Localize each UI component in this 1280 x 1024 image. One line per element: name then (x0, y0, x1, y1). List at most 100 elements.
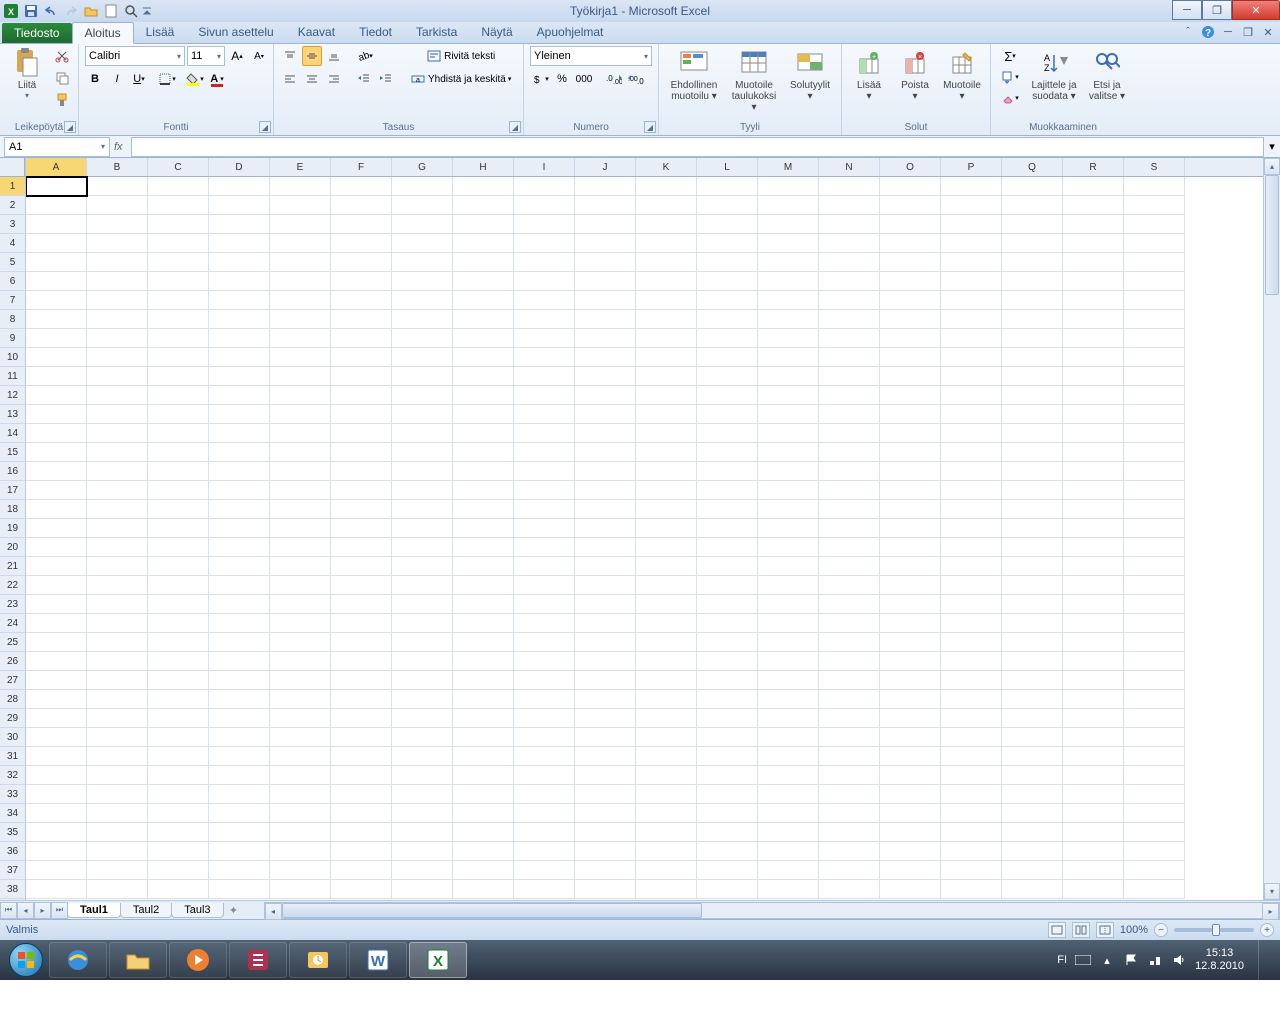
cell-J25[interactable] (575, 633, 636, 652)
cell-Q1[interactable] (1002, 177, 1063, 196)
cell-F24[interactable] (331, 614, 392, 633)
cell-P27[interactable] (941, 671, 1002, 690)
cell-M2[interactable] (758, 196, 819, 215)
cell-A22[interactable] (26, 576, 87, 595)
cell-Q13[interactable] (1002, 405, 1063, 424)
cell-A18[interactable] (26, 500, 87, 519)
cell-Q36[interactable] (1002, 842, 1063, 861)
cell-C16[interactable] (148, 462, 209, 481)
cell-Q16[interactable] (1002, 462, 1063, 481)
cell-D6[interactable] (209, 272, 270, 291)
cell-L28[interactable] (697, 690, 758, 709)
cell-K26[interactable] (636, 652, 697, 671)
cell-L33[interactable] (697, 785, 758, 804)
cell-S19[interactable] (1124, 519, 1185, 538)
cell-M28[interactable] (758, 690, 819, 709)
cell-L17[interactable] (697, 481, 758, 500)
cell-R31[interactable] (1063, 747, 1124, 766)
cell-Q32[interactable] (1002, 766, 1063, 785)
cell-J28[interactable] (575, 690, 636, 709)
cell-G38[interactable] (392, 880, 453, 899)
cell-B2[interactable] (87, 196, 148, 215)
cell-K31[interactable] (636, 747, 697, 766)
cell-Q30[interactable] (1002, 728, 1063, 747)
cell-E3[interactable] (270, 215, 331, 234)
cell-S11[interactable] (1124, 367, 1185, 386)
cell-R27[interactable] (1063, 671, 1124, 690)
name-box[interactable]: A1▾ (4, 137, 110, 157)
cell-R17[interactable] (1063, 481, 1124, 500)
cell-Q24[interactable] (1002, 614, 1063, 633)
cell-B27[interactable] (87, 671, 148, 690)
cell-J12[interactable] (575, 386, 636, 405)
cell-C35[interactable] (148, 823, 209, 842)
cell-M3[interactable] (758, 215, 819, 234)
cell-G26[interactable] (392, 652, 453, 671)
cell-E10[interactable] (270, 348, 331, 367)
cell-H1[interactable] (453, 177, 514, 196)
cell-H33[interactable] (453, 785, 514, 804)
cell-S20[interactable] (1124, 538, 1185, 557)
cell-G3[interactable] (392, 215, 453, 234)
cell-D20[interactable] (209, 538, 270, 557)
cell-F17[interactable] (331, 481, 392, 500)
cell-P28[interactable] (941, 690, 1002, 709)
cell-R23[interactable] (1063, 595, 1124, 614)
cell-K8[interactable] (636, 310, 697, 329)
cell-A5[interactable] (26, 253, 87, 272)
cell-S26[interactable] (1124, 652, 1185, 671)
cell-O18[interactable] (880, 500, 941, 519)
align-left-button[interactable] (280, 69, 300, 89)
cell-O2[interactable] (880, 196, 941, 215)
cell-F21[interactable] (331, 557, 392, 576)
col-header-B[interactable]: B (87, 158, 148, 176)
cell-P1[interactable] (941, 177, 1002, 196)
cell-A11[interactable] (26, 367, 87, 386)
row-header-23[interactable]: 23 (0, 595, 25, 614)
cell-N20[interactable] (819, 538, 880, 557)
cell-N28[interactable] (819, 690, 880, 709)
cell-A31[interactable] (26, 747, 87, 766)
cell-D28[interactable] (209, 690, 270, 709)
cell-K35[interactable] (636, 823, 697, 842)
ribbon-tab-sivun asettelu[interactable]: Sivun asettelu (186, 22, 285, 43)
cell-R9[interactable] (1063, 329, 1124, 348)
cell-G34[interactable] (392, 804, 453, 823)
cell-R32[interactable] (1063, 766, 1124, 785)
cell-B6[interactable] (87, 272, 148, 291)
cell-B36[interactable] (87, 842, 148, 861)
cell-D13[interactable] (209, 405, 270, 424)
row-header-19[interactable]: 19 (0, 519, 25, 538)
row-header-27[interactable]: 27 (0, 671, 25, 690)
cell-S13[interactable] (1124, 405, 1185, 424)
cell-R36[interactable] (1063, 842, 1124, 861)
cell-J32[interactable] (575, 766, 636, 785)
cell-O6[interactable] (880, 272, 941, 291)
cell-G9[interactable] (392, 329, 453, 348)
cell-L29[interactable] (697, 709, 758, 728)
cell-R10[interactable] (1063, 348, 1124, 367)
cell-R37[interactable] (1063, 861, 1124, 880)
row-header-6[interactable]: 6 (0, 272, 25, 291)
cell-E18[interactable] (270, 500, 331, 519)
new-icon[interactable] (102, 2, 120, 20)
cell-O9[interactable] (880, 329, 941, 348)
cell-M16[interactable] (758, 462, 819, 481)
cell-K19[interactable] (636, 519, 697, 538)
cell-O36[interactable] (880, 842, 941, 861)
sheet-nav-first[interactable]: ⏮ (0, 902, 17, 919)
cell-D1[interactable] (209, 177, 270, 196)
cell-P31[interactable] (941, 747, 1002, 766)
cell-D14[interactable] (209, 424, 270, 443)
cell-C28[interactable] (148, 690, 209, 709)
col-header-F[interactable]: F (331, 158, 392, 176)
cell-D21[interactable] (209, 557, 270, 576)
cell-E9[interactable] (270, 329, 331, 348)
cell-L31[interactable] (697, 747, 758, 766)
cell-A3[interactable] (26, 215, 87, 234)
cell-M17[interactable] (758, 481, 819, 500)
cell-L11[interactable] (697, 367, 758, 386)
cell-L23[interactable] (697, 595, 758, 614)
cell-P21[interactable] (941, 557, 1002, 576)
cell-F23[interactable] (331, 595, 392, 614)
